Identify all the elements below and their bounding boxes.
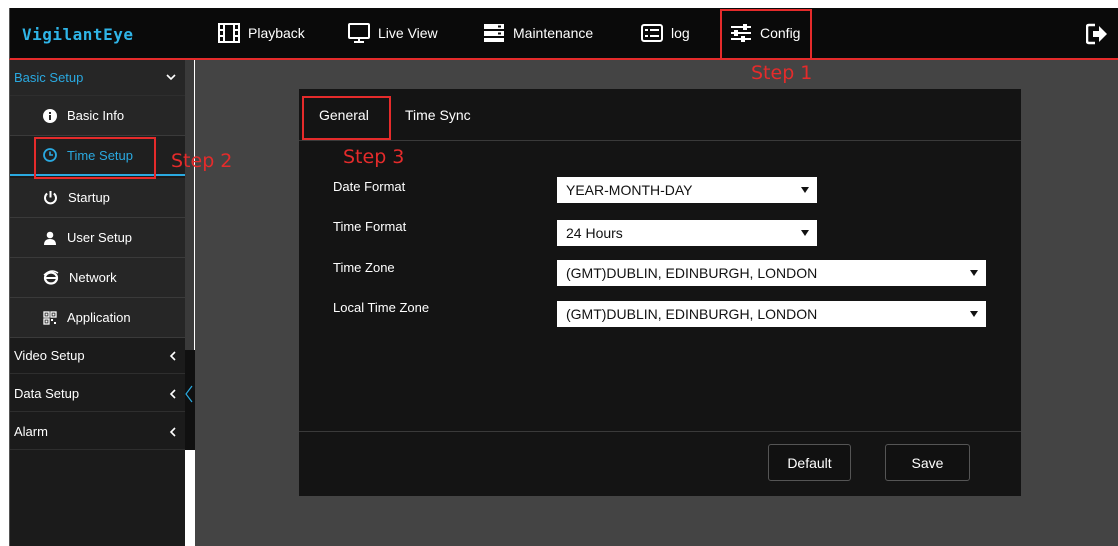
chevron-down-icon [166, 74, 176, 81]
nav-playback-label: Playback [248, 25, 305, 41]
nav-live-view-label: Live View [378, 25, 438, 41]
chevron-left-icon [169, 388, 176, 399]
step2-highlight [34, 137, 156, 179]
monitor-icon [348, 23, 370, 43]
sidebar-item-label: Network [69, 270, 117, 285]
select-value: (GMT)DUBLIN, EDINBURGH, LONDON [566, 265, 818, 281]
sidebar-group-label: Video Setup [14, 348, 85, 363]
sidebar-item-network[interactable]: Network [10, 258, 186, 298]
time-zone-select[interactable]: (GMT)DUBLIN, EDINBURGH, LONDON [557, 260, 986, 286]
app-logo: VigilantEye [22, 25, 134, 44]
film-icon [218, 23, 240, 43]
sidebar-group-label: Alarm [14, 424, 48, 439]
step1-label: Step 1 [751, 62, 813, 84]
footer-divider [299, 431, 1021, 432]
grid-icon [43, 310, 57, 325]
select-value: YEAR-MONTH-DAY [566, 182, 693, 198]
user-icon [44, 231, 56, 245]
dropdown-caret-icon [970, 311, 978, 317]
settings-panel: General Time Sync Date Format YEAR-MONTH… [299, 89, 1021, 496]
nav-live-view[interactable]: Live View [348, 8, 438, 58]
default-button[interactable]: Default [768, 444, 851, 481]
sidebar-item-label: Application [67, 310, 131, 325]
step1-highlight [720, 9, 812, 60]
sidebar-item-label: Basic Info [67, 108, 125, 123]
time-zone-label: Time Zone [333, 260, 395, 275]
nav-maintenance-label: Maintenance [513, 25, 594, 41]
nav-maintenance[interactable]: Maintenance [483, 8, 593, 58]
date-format-select[interactable]: YEAR-MONTH-DAY [557, 177, 817, 203]
sidebar-item-label: User Setup [67, 230, 133, 245]
dropdown-caret-icon [801, 187, 809, 193]
nav-log-label: log [671, 25, 690, 41]
power-icon [44, 191, 57, 205]
top-bar: VigilantEye Playback Live View Maintenan… [9, 8, 1118, 60]
select-value: 24 Hours [566, 225, 623, 241]
sidebar-group-label: Basic Setup [14, 70, 84, 85]
tab-time-sync[interactable]: Time Sync [405, 107, 471, 123]
local-time-zone-label: Local Time Zone [333, 300, 430, 315]
sidebar-item-label: Startup [68, 190, 110, 205]
logout-button[interactable] [1085, 23, 1108, 48]
sidebar-group-data-setup[interactable]: Data Setup [10, 376, 186, 412]
sidebar-group-video-setup[interactable]: Video Setup [10, 338, 186, 374]
info-icon [43, 108, 57, 123]
chevron-left-icon [169, 426, 176, 437]
sidebar: Basic Setup Basic Info Time Setup Startu… [9, 60, 186, 546]
sidebar-item-basic-info[interactable]: Basic Info [10, 96, 186, 136]
select-value: (GMT)DUBLIN, EDINBURGH, LONDON [566, 306, 818, 322]
chevron-left-icon [169, 350, 176, 361]
sidebar-item-user-setup[interactable]: User Setup [10, 218, 186, 258]
sidebar-item-application[interactable]: Application [10, 298, 186, 338]
date-format-label: Date Format [333, 179, 406, 194]
list-icon [641, 24, 663, 42]
tab-bar: General Time Sync [299, 89, 1021, 141]
logout-icon [1085, 23, 1107, 45]
step2-label: Step 2 [171, 150, 233, 172]
time-format-select[interactable]: 24 Hours [557, 220, 817, 246]
server-icon [484, 24, 504, 42]
step3-highlight [302, 96, 391, 140]
sidebar-group-alarm[interactable]: Alarm [10, 414, 186, 450]
local-time-zone-select[interactable]: (GMT)DUBLIN, EDINBURGH, LONDON [557, 301, 986, 327]
sidebar-item-startup[interactable]: Startup [10, 178, 186, 218]
sidebar-group-basic-setup[interactable]: Basic Setup [10, 60, 186, 96]
sidebar-collapse-toggle[interactable] [185, 385, 193, 406]
chevron-left-icon [185, 385, 193, 403]
dropdown-caret-icon [970, 270, 978, 276]
dropdown-caret-icon [801, 230, 809, 236]
sidebar-scrollbar[interactable] [185, 60, 194, 350]
save-button[interactable]: Save [885, 444, 970, 481]
nav-playback[interactable]: Playback [218, 8, 305, 58]
time-format-label: Time Format [333, 219, 407, 234]
step3-label: Step 3 [343, 146, 405, 168]
globe-icon [43, 270, 59, 285]
sidebar-group-label: Data Setup [14, 386, 80, 401]
nav-log[interactable]: log [641, 8, 690, 58]
